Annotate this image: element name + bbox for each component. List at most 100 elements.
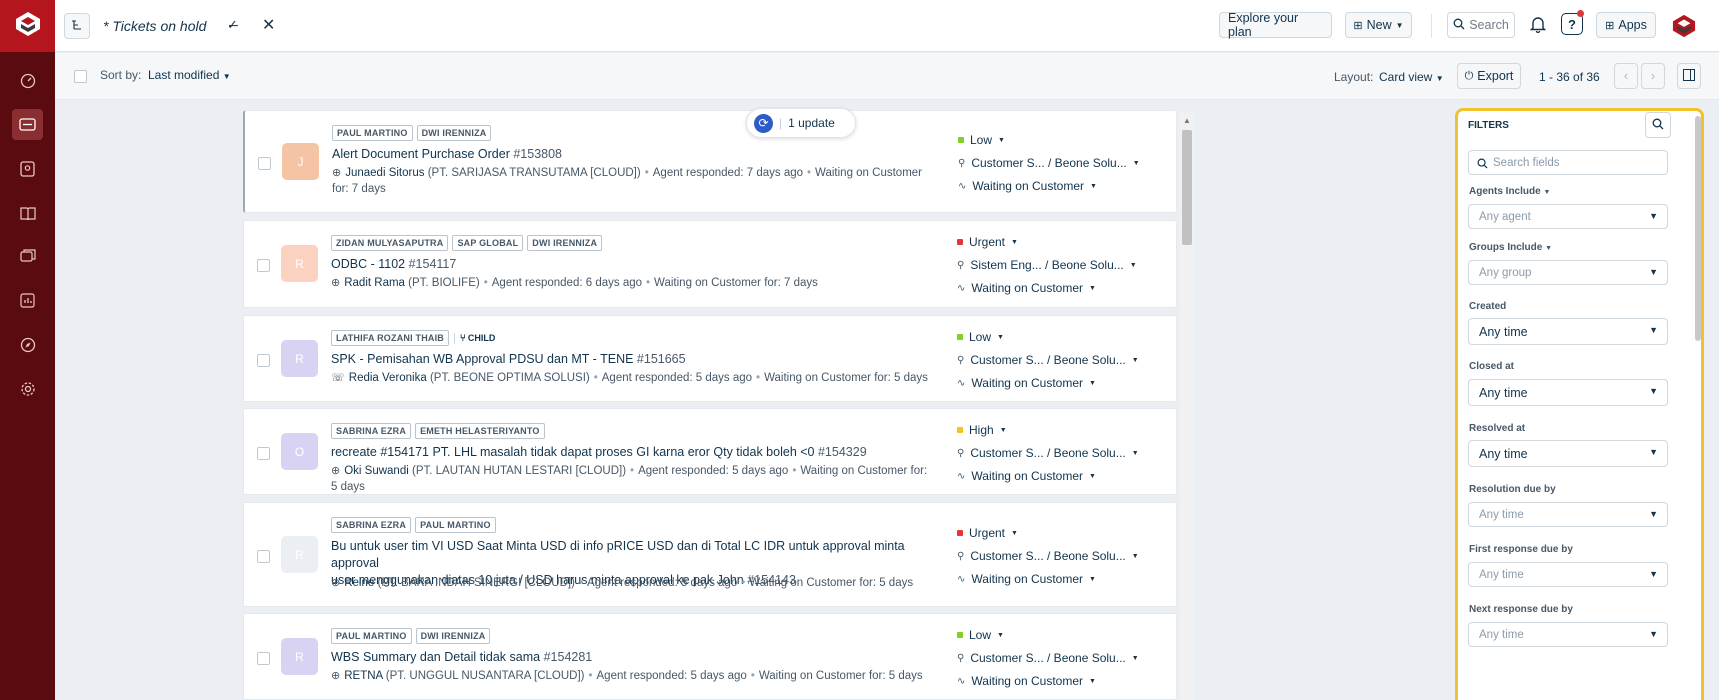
- waiting-time: Waiting on Customer for: 7 days: [654, 277, 818, 289]
- requester-name[interactable]: RETNA: [344, 670, 382, 682]
- priority-dropdown[interactable]: Low ▼: [957, 628, 1004, 642]
- layout-dropdown[interactable]: Card view ▼: [1379, 70, 1444, 84]
- group-agent-dropdown[interactable]: ⚲ Customer S... / Beone Solu... ▼: [958, 156, 1140, 170]
- agent-tag: ZIDAN MULYASAPUTRA: [331, 235, 449, 251]
- agent-icon: ⚲: [957, 259, 965, 271]
- logo[interactable]: [0, 0, 55, 52]
- sort-dropdown[interactable]: Last modified ▼: [148, 68, 231, 82]
- priority-dropdown[interactable]: Low ▼: [957, 330, 1004, 344]
- created-label: Created: [1469, 301, 1507, 312]
- solutions-icon[interactable]: [12, 197, 43, 228]
- priority-dropdown[interactable]: Urgent ▼: [957, 526, 1018, 540]
- ticket-subject[interactable]: WBS Summary dan Detail tidak sama #15428…: [331, 649, 921, 666]
- profile-avatar[interactable]: [1671, 13, 1697, 39]
- select-all-checkbox[interactable]: [74, 70, 87, 83]
- notifications-button[interactable]: [1528, 14, 1548, 36]
- ticket-subject[interactable]: ODBC - 1102 #154117: [331, 256, 921, 273]
- group-agent-dropdown[interactable]: ⚲ Customer S... / Beone Solu... ▼: [957, 651, 1139, 665]
- view-title[interactable]: * Tickets on hold: [103, 18, 206, 34]
- ticket-checkbox[interactable]: [257, 652, 270, 665]
- tickets-icon[interactable]: [12, 109, 43, 140]
- close-view-button[interactable]: ✕: [262, 15, 275, 35]
- status-dropdown[interactable]: ∿ Waiting on Customer ▼: [957, 376, 1096, 390]
- contacts-icon[interactable]: [12, 153, 43, 184]
- reports-icon[interactable]: [12, 285, 43, 316]
- requester-name[interactable]: Junaedi Sitorus: [345, 167, 424, 179]
- status-dropdown[interactable]: ∿ Waiting on Customer ▼: [957, 281, 1096, 295]
- resolved-at-select[interactable]: Any time ▼: [1468, 440, 1668, 467]
- dashboard-icon[interactable]: [12, 65, 43, 96]
- save-view-button[interactable]: ✓̶: [227, 17, 238, 33]
- export-button[interactable]: ⏻ Export: [1457, 63, 1521, 89]
- priority-dropdown[interactable]: High ▼: [957, 423, 1007, 437]
- apps-button[interactable]: ⊞ Apps: [1596, 12, 1656, 38]
- ticket-subject[interactable]: recreate #154171 PT. LHL masalah tidak d…: [331, 444, 921, 461]
- chevron-down-icon: ▼: [1545, 245, 1553, 252]
- forums-icon[interactable]: [12, 241, 43, 272]
- group-agent-dropdown[interactable]: ⚲ Customer S... / Beone Solu... ▼: [957, 353, 1139, 367]
- first-response-due-select[interactable]: Any time ▼: [1468, 562, 1668, 587]
- explore-plan-button[interactable]: Explore your plan: [1219, 11, 1332, 39]
- status-dropdown[interactable]: ∿ Waiting on Customer ▼: [957, 572, 1096, 586]
- closed-at-select[interactable]: Any time ▼: [1468, 379, 1668, 406]
- scrollbar-thumb[interactable]: [1182, 130, 1192, 245]
- settings-icon[interactable]: [12, 373, 43, 404]
- status-dropdown[interactable]: ∿ Waiting on Customer ▼: [958, 179, 1097, 193]
- scroll-up-arrow-icon[interactable]: ▲: [1183, 116, 1191, 125]
- filters-scrollbar-thumb[interactable]: [1695, 116, 1701, 341]
- ticket-card[interactable]: R SABRINA EZRA PAUL MARTINO Bu untuk user t…: [243, 502, 1177, 607]
- pagination-info: 1 - 36 of 36: [1539, 70, 1600, 84]
- search-fields-input[interactable]: Search fields: [1468, 150, 1668, 175]
- requester-name[interactable]: Radit Rama: [344, 277, 405, 289]
- priority-dropdown[interactable]: Low ▼: [958, 133, 1005, 147]
- toggle-filter-panel-button[interactable]: [1677, 63, 1701, 89]
- ticket-card[interactable]: J PAUL MARTINO DWI IRENNIZA Alert Document …: [243, 110, 1177, 213]
- group-agent-dropdown[interactable]: ⚲ Customer S... / Beone Solu... ▼: [957, 549, 1139, 563]
- left-sidebar: [0, 0, 55, 700]
- resolution-due-label: Resolution due by: [1469, 484, 1556, 495]
- status-value: Waiting on Customer: [971, 572, 1083, 586]
- next-page-button[interactable]: ›: [1641, 63, 1665, 89]
- search-button[interactable]: Search: [1447, 12, 1515, 38]
- requester-name[interactable]: Redia Veronika: [349, 372, 427, 384]
- next-response-due-select[interactable]: Any time ▼: [1468, 622, 1668, 647]
- requester-name[interactable]: Oki Suwandi: [344, 465, 409, 477]
- status-dropdown[interactable]: ∿ Waiting on Customer ▼: [957, 674, 1096, 688]
- priority-dropdown[interactable]: Urgent ▼: [957, 235, 1018, 249]
- filters-search-toggle[interactable]: [1645, 112, 1671, 138]
- agent-tag: PAUL MARTINO: [331, 628, 412, 644]
- agent-responded: Agent responded: 7 days ago: [652, 167, 804, 179]
- ticket-checkbox[interactable]: [257, 354, 270, 367]
- filter-toggle-button[interactable]: [64, 13, 90, 39]
- agent-tag: DWI IRENNIZA: [415, 628, 491, 644]
- agents-select[interactable]: Any agent ▼: [1468, 204, 1668, 229]
- resolved-at-label: Resolved at: [1469, 423, 1526, 434]
- group-agent-dropdown[interactable]: ⚲ Sistem Eng... / Beone Solu... ▼: [957, 258, 1137, 272]
- panel-icon: [1683, 68, 1695, 84]
- new-button[interactable]: ⊞ New ▼: [1345, 12, 1412, 38]
- status-value: Waiting on Customer: [971, 674, 1083, 688]
- closed-at-label: Closed at: [1469, 361, 1515, 372]
- ticket-checkbox[interactable]: [257, 550, 270, 563]
- agents-include-label[interactable]: Agents Include ▼: [1469, 186, 1550, 197]
- groups-select[interactable]: Any group ▼: [1468, 260, 1668, 285]
- ticket-checkbox[interactable]: [257, 447, 270, 460]
- ticket-card[interactable]: O SABRINA EZRA EMETH HELASTERIYANTO recreat…: [243, 408, 1177, 495]
- discovery-icon[interactable]: [12, 329, 43, 360]
- updates-pill[interactable]: ⟳ | 1 update: [746, 108, 856, 138]
- resolution-due-select[interactable]: Any time ▼: [1468, 502, 1668, 527]
- created-select[interactable]: Any time ▼: [1468, 318, 1668, 345]
- groups-include-label[interactable]: Groups Include ▼: [1469, 242, 1552, 253]
- ticket-subject[interactable]: SPK - Pemisahan WB Approval PDSU dan MT …: [331, 351, 921, 368]
- ticket-checkbox[interactable]: [257, 259, 270, 272]
- ticket-subject[interactable]: Alert Document Purchase Order #153808: [332, 146, 922, 163]
- ticket-card[interactable]: R PAUL MARTINO DWI IRENNIZA WBS Summary dan…: [243, 613, 1177, 700]
- ticket-checkbox[interactable]: [258, 157, 271, 170]
- ticket-card[interactable]: R LATHIFA ROZANI THAIB | ⑂ CHILD SPK - Pemisa…: [243, 315, 1177, 402]
- group-agent-dropdown[interactable]: ⚲ Customer S... / Beone Solu... ▼: [957, 446, 1139, 460]
- prev-page-button[interactable]: ‹: [1614, 63, 1638, 89]
- status-dropdown[interactable]: ∿ Waiting on Customer ▼: [957, 469, 1096, 483]
- ticket-card[interactable]: R ZIDAN MULYASAPUTRA SAP GLOBAL DWI IRENNIZ…: [243, 220, 1177, 308]
- requester-name[interactable]: Reine: [344, 577, 374, 589]
- agent-tag: DWI IRENNIZA: [527, 235, 603, 251]
